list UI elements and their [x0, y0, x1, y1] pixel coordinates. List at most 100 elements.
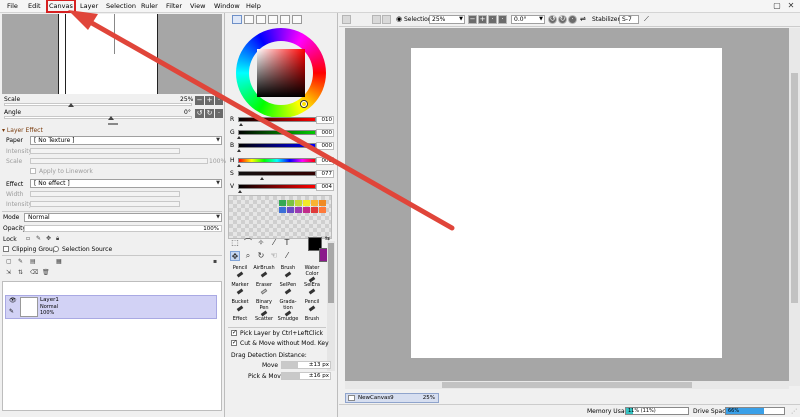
brush-brush[interactable]: Brush: [276, 265, 300, 283]
r-value[interactable]: 010: [316, 116, 334, 124]
brush-marker[interactable]: Marker: [228, 282, 252, 300]
invert-selection-button[interactable]: [382, 15, 391, 24]
swatch[interactable]: [295, 200, 302, 206]
line-tool-icon[interactable]: ⟋: [644, 15, 649, 24]
scale-slider[interactable]: [4, 103, 192, 106]
zoom-reset-button[interactable]: ·: [215, 96, 223, 105]
zoom-in-button[interactable]: +: [205, 96, 214, 105]
flip-horizontal-icon[interactable]: ⇌: [580, 15, 586, 23]
canvas-paper[interactable]: [411, 48, 722, 358]
merge-down-icon[interactable]: ⇲: [6, 269, 11, 276]
swatch[interactable]: [279, 200, 286, 206]
menu-view[interactable]: View: [190, 2, 205, 10]
stabilizer-select[interactable]: S-7: [619, 15, 639, 24]
cut-move-checkbox[interactable]: ✓: [231, 339, 237, 346]
zoom-select[interactable]: 25% ▼: [429, 15, 465, 24]
angle-slider[interactable]: [4, 116, 192, 119]
select-all-button[interactable]: [372, 15, 381, 24]
resize-grip-icon[interactable]: ⋰: [791, 408, 797, 415]
menu-ruler[interactable]: Ruler: [141, 2, 158, 10]
minimize-icon[interactable]: ▢: [771, 1, 783, 11]
rotate-reset-button[interactable]: ·: [215, 109, 223, 118]
color-swatch-panel[interactable]: [228, 195, 332, 239]
effect-intensity-slider[interactable]: [30, 201, 180, 207]
selection-source-radio[interactable]: [53, 246, 59, 252]
rotate-left-button[interactable]: ↺: [548, 15, 557, 24]
swatch[interactable]: [319, 200, 326, 206]
swatch-mode-button[interactable]: [268, 15, 278, 24]
magic-wand-icon[interactable]: ✧: [256, 238, 266, 248]
s-slider-handle[interactable]: [260, 177, 264, 180]
zoom-reset-button[interactable]: ·: [488, 15, 497, 24]
eyedropper-icon[interactable]: ⁄: [269, 238, 279, 248]
blend-mode-select[interactable]: Normal ▼: [24, 213, 222, 222]
opacity-slider[interactable]: 100%: [24, 225, 222, 232]
horizontal-scrollbar[interactable]: [345, 381, 789, 389]
move-distance-slider[interactable]: ±13 px: [281, 361, 331, 369]
v-value[interactable]: 004: [316, 183, 334, 191]
zoom-in-button[interactable]: +: [478, 15, 487, 24]
lock-move-icon[interactable]: ✥: [46, 235, 51, 242]
hand-tool-icon[interactable]: ☜: [269, 251, 279, 261]
swatch[interactable]: [287, 200, 294, 206]
new-linework-layer-icon[interactable]: ✎: [18, 258, 23, 265]
v-slider[interactable]: [238, 184, 316, 189]
rotate-tool-icon[interactable]: ↻: [256, 251, 266, 261]
menu-window[interactable]: Window: [214, 2, 240, 10]
apply-to-linework-checkbox[interactable]: [30, 168, 36, 174]
b-slider-handle[interactable]: [237, 149, 241, 152]
brush-bucket[interactable]: Bucket: [228, 299, 252, 317]
swatch[interactable]: [311, 200, 318, 206]
s-value[interactable]: 077: [316, 170, 334, 178]
clipping-group-checkbox[interactable]: [3, 246, 9, 252]
delete-layer-icon[interactable]: 🗑︎: [42, 269, 50, 276]
paper-scale-slider[interactable]: [30, 158, 208, 164]
brush-gradation[interactable]: Grada- tion: [276, 299, 300, 317]
h-slider-handle[interactable]: [237, 164, 241, 167]
panel-splitter[interactable]: [108, 123, 118, 125]
vertical-scrollbar[interactable]: [789, 28, 800, 386]
r-slider[interactable]: [238, 117, 316, 122]
g-slider[interactable]: [238, 130, 316, 135]
brush-airbrush[interactable]: AirBrush: [252, 265, 276, 283]
r-slider-handle[interactable]: [239, 123, 243, 126]
scale-slider-handle[interactable]: [68, 103, 74, 107]
effect-select[interactable]: [ No effect ] ▼: [30, 179, 222, 188]
angle-select[interactable]: 0.0° ▼: [511, 15, 545, 24]
move-tool-icon[interactable]: ✥: [230, 251, 240, 261]
menu-filter[interactable]: Filter: [166, 2, 182, 10]
swatch[interactable]: [319, 207, 326, 213]
s-slider[interactable]: [238, 171, 316, 176]
rotate-right-button[interactable]: ↻: [205, 109, 214, 118]
pick-move-slider[interactable]: ±16 px: [281, 372, 331, 380]
zoom-tool-icon[interactable]: ⌕: [243, 251, 253, 261]
b-value[interactable]: 000: [316, 142, 334, 150]
brush-binary-pen[interactable]: Binary Pen: [252, 299, 276, 317]
move-layer-icon[interactable]: ⇅: [18, 269, 23, 276]
brush-selera[interactable]: SelEra: [300, 282, 324, 300]
swatch[interactable]: [295, 207, 302, 213]
panel-menu-icon[interactable]: ▪: [213, 258, 217, 265]
brush-eraser[interactable]: Eraser: [252, 282, 276, 300]
zoom-out-button[interactable]: −: [468, 15, 477, 24]
scrollbar-thumb[interactable]: [791, 73, 798, 303]
canvas-viewport[interactable]: [345, 28, 789, 386]
brush-pencil[interactable]: Pencil: [228, 265, 252, 283]
brush-watercolor[interactable]: Water Color: [300, 265, 324, 283]
rgb-mode-button[interactable]: [244, 15, 254, 24]
mixer-mode-button[interactable]: [292, 15, 302, 24]
saturation-value-square[interactable]: [257, 49, 305, 97]
swatch[interactable]: [311, 207, 318, 213]
deselect-button[interactable]: [342, 15, 351, 24]
lock-paint-icon[interactable]: ✎: [36, 235, 41, 242]
g-value[interactable]: 000: [316, 129, 334, 137]
hsv-mode-button[interactable]: [256, 15, 266, 24]
swatch[interactable]: [287, 207, 294, 213]
clear-layer-icon[interactable]: ⌫: [30, 269, 38, 276]
rotate-reset-button[interactable]: ·: [568, 15, 577, 24]
swatch[interactable]: [279, 207, 286, 213]
v-slider-handle[interactable]: [238, 190, 242, 193]
color-wheel[interactable]: [236, 28, 326, 118]
effect-width-slider[interactable]: [30, 191, 180, 197]
swatch[interactable]: [303, 207, 310, 213]
